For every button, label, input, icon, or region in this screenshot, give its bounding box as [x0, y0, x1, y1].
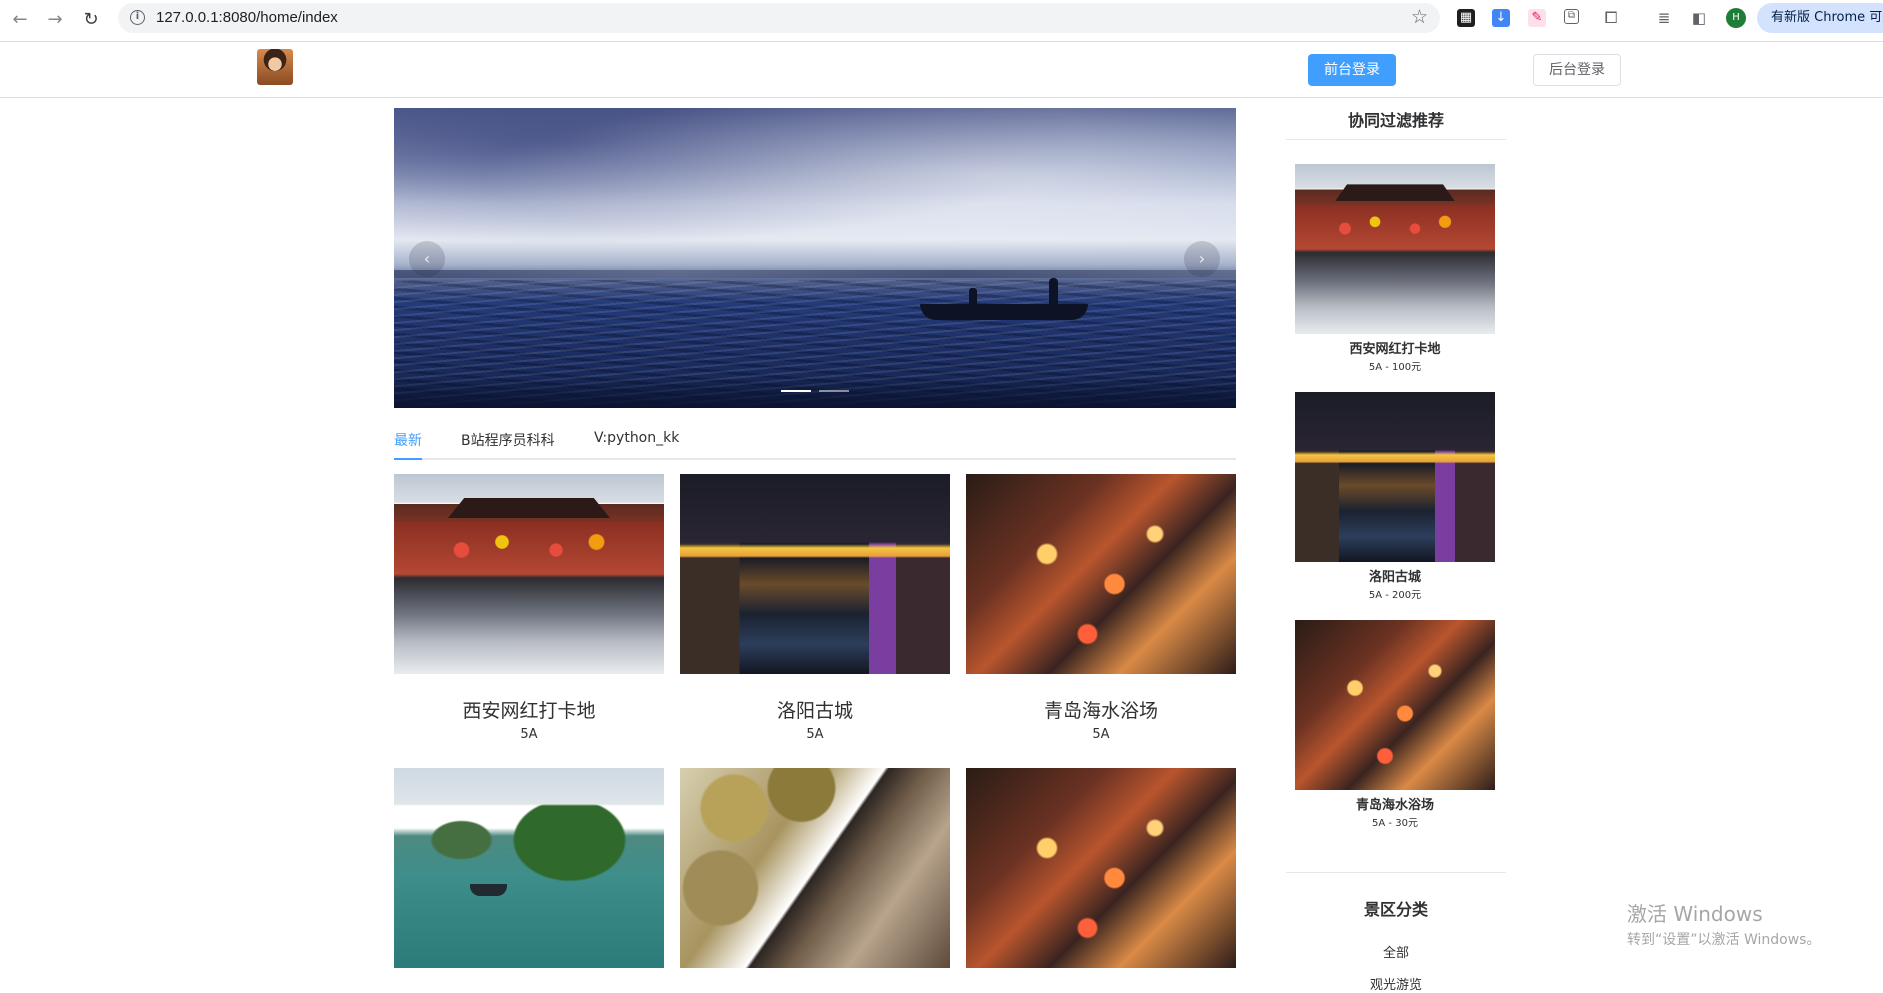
site-logo[interactable]: [257, 49, 293, 85]
recommend-info: 5A - 200元: [1368, 590, 1422, 601]
watermark-line2: 转到“设置”以激活 Windows。: [1627, 932, 1821, 948]
carousel-indicators: [394, 390, 1236, 392]
spot-name[interactable]: 西安网红打卡地: [394, 696, 664, 723]
spot-image[interactable]: [680, 474, 950, 674]
spot-level: 5A: [1092, 727, 1110, 742]
recommend-info: 5A - 100元: [1368, 362, 1422, 373]
download-extension-icon[interactable]: ↓: [1492, 9, 1510, 27]
divider: [1286, 872, 1506, 873]
spot-card[interactable]: [680, 768, 950, 968]
address-bar[interactable]: i 127.0.0.1:8080/home/index ☆: [118, 3, 1440, 33]
forward-icon[interactable]: →: [43, 7, 67, 31]
recommend-image[interactable]: [1295, 392, 1495, 562]
recommend-image[interactable]: [1295, 164, 1495, 334]
carousel-indicator[interactable]: [819, 390, 849, 392]
category-item-all[interactable]: 全部: [1286, 942, 1506, 961]
back-login-button[interactable]: 后台登录: [1533, 54, 1621, 86]
tab-bilibili[interactable]: B站程序员科科: [461, 430, 555, 450]
spot-level: 5A: [520, 727, 538, 742]
tab-active-indicator: [394, 458, 422, 460]
sidebar: 协同过滤推荐 西安网红打卡地 5A - 100元 洛阳古城 5A - 200元 …: [1286, 108, 1506, 993]
recommend-name[interactable]: 西安网红打卡地: [1295, 338, 1495, 357]
spot-name[interactable]: 青岛海水浴场: [966, 696, 1236, 723]
puzzle-extensions-icon[interactable]: ⧠: [1602, 9, 1620, 27]
spot-image[interactable]: [394, 474, 664, 674]
banner-carousel[interactable]: ‹ ›: [394, 108, 1236, 408]
url-text[interactable]: 127.0.0.1:8080/home/index: [156, 9, 338, 26]
reading-list-icon[interactable]: ≣: [1655, 9, 1673, 27]
recommend-image[interactable]: [1295, 620, 1495, 790]
watermark-line1: 激活 Windows: [1627, 902, 1763, 926]
site-header: 前台登录 后台登录: [0, 42, 1883, 98]
spot-card[interactable]: 西安网红打卡地 5A: [394, 474, 664, 742]
spot-image[interactable]: [966, 474, 1236, 674]
boat-image: [920, 304, 1088, 320]
content-tabs: 最新 B站程序员科科 V:python_kk: [394, 422, 1236, 460]
extension-icon[interactable]: ✎: [1528, 9, 1546, 27]
tab-latest[interactable]: 最新: [394, 430, 422, 450]
recommend-item[interactable]: 洛阳古城 5A - 200元: [1295, 392, 1495, 601]
site-info-icon[interactable]: i: [130, 10, 145, 25]
browser-toolbar: ← → ↻ i 127.0.0.1:8080/home/index ☆ ▦ ↓ …: [0, 0, 1883, 42]
category-title: 景区分类: [1363, 900, 1428, 919]
copy-extension-icon[interactable]: ⧉: [1564, 9, 1579, 24]
recommend-name[interactable]: 青岛海水浴场: [1295, 794, 1495, 813]
recommend-info: 5A - 30元: [1372, 818, 1418, 829]
carousel-indicator[interactable]: [781, 390, 811, 392]
category-item-sightseeing[interactable]: 观光游览: [1286, 974, 1506, 993]
bookmark-star-icon[interactable]: ☆: [1411, 6, 1428, 28]
chrome-update-button[interactable]: 有新版 Chrome 可用: [1757, 3, 1883, 33]
spot-card[interactable]: [966, 768, 1236, 968]
back-icon[interactable]: ←: [8, 7, 32, 31]
side-panel-icon[interactable]: ◧: [1690, 9, 1708, 27]
recommend-item[interactable]: 西安网红打卡地 5A - 100元: [1295, 164, 1495, 373]
reload-icon[interactable]: ↻: [79, 7, 103, 31]
spot-card[interactable]: 洛阳古城 5A: [680, 474, 950, 742]
spot-card[interactable]: [394, 768, 664, 968]
tab-wechat[interactable]: V:python_kk: [594, 430, 679, 446]
spot-card[interactable]: 青岛海水浴场 5A: [966, 474, 1236, 742]
profile-avatar[interactable]: H: [1726, 8, 1746, 28]
spot-name[interactable]: 洛阳古城: [680, 696, 950, 723]
windows-activation-watermark: 激活 Windows 转到“设置”以激活 Windows。: [1627, 898, 1820, 949]
spot-level: 5A: [806, 727, 824, 742]
spot-image[interactable]: [394, 768, 664, 968]
recommend-title: 协同过滤推荐: [1286, 108, 1506, 140]
spot-image[interactable]: [680, 768, 950, 968]
recommend-item[interactable]: 青岛海水浴场 5A - 30元: [1295, 620, 1495, 829]
extension-icon[interactable]: ▦: [1457, 9, 1475, 27]
carousel-prev-icon[interactable]: ‹: [409, 241, 445, 277]
spot-image[interactable]: [966, 768, 1236, 968]
recommend-name[interactable]: 洛阳古城: [1295, 566, 1495, 585]
front-login-button[interactable]: 前台登录: [1308, 54, 1396, 86]
carousel-next-icon[interactable]: ›: [1184, 241, 1220, 277]
